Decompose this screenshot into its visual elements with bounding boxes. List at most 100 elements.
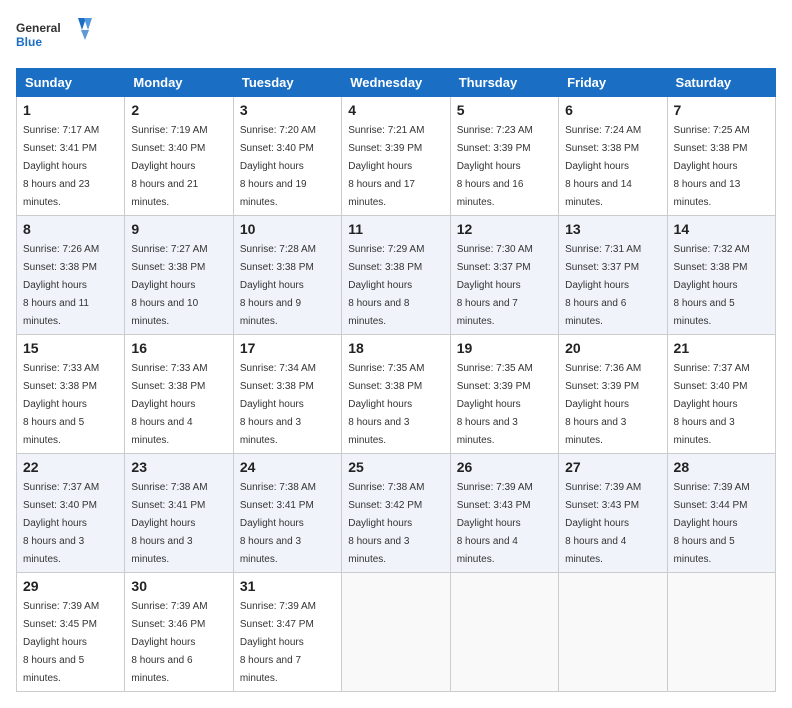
calendar-cell: 29 Sunrise: 7:39 AMSunset: 3:45 PMDaylig… — [17, 573, 125, 692]
day-of-week-header: Sunday — [17, 69, 125, 97]
day-number: 26 — [457, 459, 552, 475]
day-number: 1 — [23, 102, 118, 118]
svg-text:Blue: Blue — [16, 35, 42, 49]
day-info: Sunrise: 7:23 AMSunset: 3:39 PMDaylight … — [457, 125, 533, 208]
day-number: 11 — [348, 221, 443, 237]
calendar-cell — [667, 573, 775, 692]
day-info: Sunrise: 7:26 AMSunset: 3:38 PMDaylight … — [23, 244, 99, 327]
day-info: Sunrise: 7:38 AMSunset: 3:41 PMDaylight … — [240, 482, 316, 565]
day-number: 28 — [674, 459, 769, 475]
day-info: Sunrise: 7:33 AMSunset: 3:38 PMDaylight … — [131, 363, 207, 446]
calendar-cell: 5 Sunrise: 7:23 AMSunset: 3:39 PMDayligh… — [450, 97, 558, 216]
day-info: Sunrise: 7:30 AMSunset: 3:37 PMDaylight … — [457, 244, 533, 327]
day-number: 2 — [131, 102, 226, 118]
calendar-cell: 23 Sunrise: 7:38 AMSunset: 3:41 PMDaylig… — [125, 454, 233, 573]
calendar-cell: 31 Sunrise: 7:39 AMSunset: 3:47 PMDaylig… — [233, 573, 341, 692]
day-info: Sunrise: 7:31 AMSunset: 3:37 PMDaylight … — [565, 244, 641, 327]
calendar-cell: 20 Sunrise: 7:36 AMSunset: 3:39 PMDaylig… — [559, 335, 667, 454]
day-info: Sunrise: 7:29 AMSunset: 3:38 PMDaylight … — [348, 244, 424, 327]
day-number: 29 — [23, 578, 118, 594]
calendar-cell: 30 Sunrise: 7:39 AMSunset: 3:46 PMDaylig… — [125, 573, 233, 692]
calendar-cell: 9 Sunrise: 7:27 AMSunset: 3:38 PMDayligh… — [125, 216, 233, 335]
day-of-week-header: Tuesday — [233, 69, 341, 97]
day-number: 20 — [565, 340, 660, 356]
calendar-cell: 24 Sunrise: 7:38 AMSunset: 3:41 PMDaylig… — [233, 454, 341, 573]
calendar-cell: 8 Sunrise: 7:26 AMSunset: 3:38 PMDayligh… — [17, 216, 125, 335]
day-info: Sunrise: 7:35 AMSunset: 3:38 PMDaylight … — [348, 363, 424, 446]
calendar-cell: 10 Sunrise: 7:28 AMSunset: 3:38 PMDaylig… — [233, 216, 341, 335]
day-number: 13 — [565, 221, 660, 237]
day-of-week-header: Wednesday — [342, 69, 450, 97]
day-info: Sunrise: 7:39 AMSunset: 3:47 PMDaylight … — [240, 601, 316, 684]
day-number: 3 — [240, 102, 335, 118]
calendar-week-row: 22 Sunrise: 7:37 AMSunset: 3:40 PMDaylig… — [17, 454, 776, 573]
day-number: 5 — [457, 102, 552, 118]
calendar-cell: 17 Sunrise: 7:34 AMSunset: 3:38 PMDaylig… — [233, 335, 341, 454]
day-number: 19 — [457, 340, 552, 356]
calendar-cell: 11 Sunrise: 7:29 AMSunset: 3:38 PMDaylig… — [342, 216, 450, 335]
day-info: Sunrise: 7:38 AMSunset: 3:42 PMDaylight … — [348, 482, 424, 565]
day-number: 15 — [23, 340, 118, 356]
page-header: General Blue — [16, 16, 776, 56]
day-info: Sunrise: 7:34 AMSunset: 3:38 PMDaylight … — [240, 363, 316, 446]
day-info: Sunrise: 7:27 AMSunset: 3:38 PMDaylight … — [131, 244, 207, 327]
day-number: 6 — [565, 102, 660, 118]
day-number: 27 — [565, 459, 660, 475]
calendar-cell: 18 Sunrise: 7:35 AMSunset: 3:38 PMDaylig… — [342, 335, 450, 454]
calendar-cell: 16 Sunrise: 7:33 AMSunset: 3:38 PMDaylig… — [125, 335, 233, 454]
day-info: Sunrise: 7:33 AMSunset: 3:38 PMDaylight … — [23, 363, 99, 446]
day-number: 31 — [240, 578, 335, 594]
calendar-week-row: 8 Sunrise: 7:26 AMSunset: 3:38 PMDayligh… — [17, 216, 776, 335]
calendar-cell: 22 Sunrise: 7:37 AMSunset: 3:40 PMDaylig… — [17, 454, 125, 573]
day-info: Sunrise: 7:37 AMSunset: 3:40 PMDaylight … — [23, 482, 99, 565]
calendar-week-row: 1 Sunrise: 7:17 AMSunset: 3:41 PMDayligh… — [17, 97, 776, 216]
day-info: Sunrise: 7:32 AMSunset: 3:38 PMDaylight … — [674, 244, 750, 327]
day-info: Sunrise: 7:39 AMSunset: 3:45 PMDaylight … — [23, 601, 99, 684]
day-number: 10 — [240, 221, 335, 237]
calendar-cell: 4 Sunrise: 7:21 AMSunset: 3:39 PMDayligh… — [342, 97, 450, 216]
day-number: 18 — [348, 340, 443, 356]
calendar-cell — [342, 573, 450, 692]
logo-svg: General Blue — [16, 16, 96, 56]
calendar-cell: 21 Sunrise: 7:37 AMSunset: 3:40 PMDaylig… — [667, 335, 775, 454]
calendar-cell: 6 Sunrise: 7:24 AMSunset: 3:38 PMDayligh… — [559, 97, 667, 216]
day-of-week-header: Thursday — [450, 69, 558, 97]
day-number: 22 — [23, 459, 118, 475]
calendar-cell: 3 Sunrise: 7:20 AMSunset: 3:40 PMDayligh… — [233, 97, 341, 216]
calendar-cell: 13 Sunrise: 7:31 AMSunset: 3:37 PMDaylig… — [559, 216, 667, 335]
calendar-cell: 1 Sunrise: 7:17 AMSunset: 3:41 PMDayligh… — [17, 97, 125, 216]
svg-text:General: General — [16, 21, 61, 35]
day-info: Sunrise: 7:37 AMSunset: 3:40 PMDaylight … — [674, 363, 750, 446]
calendar-cell — [559, 573, 667, 692]
day-info: Sunrise: 7:39 AMSunset: 3:46 PMDaylight … — [131, 601, 207, 684]
calendar-cell: 19 Sunrise: 7:35 AMSunset: 3:39 PMDaylig… — [450, 335, 558, 454]
calendar-week-row: 15 Sunrise: 7:33 AMSunset: 3:38 PMDaylig… — [17, 335, 776, 454]
day-info: Sunrise: 7:39 AMSunset: 3:44 PMDaylight … — [674, 482, 750, 565]
day-info: Sunrise: 7:20 AMSunset: 3:40 PMDaylight … — [240, 125, 316, 208]
day-number: 14 — [674, 221, 769, 237]
day-of-week-header: Saturday — [667, 69, 775, 97]
day-number: 8 — [23, 221, 118, 237]
day-info: Sunrise: 7:17 AMSunset: 3:41 PMDaylight … — [23, 125, 99, 208]
calendar-table: SundayMondayTuesdayWednesdayThursdayFrid… — [16, 68, 776, 692]
day-info: Sunrise: 7:25 AMSunset: 3:38 PMDaylight … — [674, 125, 750, 208]
day-number: 4 — [348, 102, 443, 118]
calendar-week-row: 29 Sunrise: 7:39 AMSunset: 3:45 PMDaylig… — [17, 573, 776, 692]
calendar-cell: 15 Sunrise: 7:33 AMSunset: 3:38 PMDaylig… — [17, 335, 125, 454]
day-of-week-header: Friday — [559, 69, 667, 97]
day-number: 30 — [131, 578, 226, 594]
calendar-cell: 26 Sunrise: 7:39 AMSunset: 3:43 PMDaylig… — [450, 454, 558, 573]
calendar-cell: 7 Sunrise: 7:25 AMSunset: 3:38 PMDayligh… — [667, 97, 775, 216]
day-number: 21 — [674, 340, 769, 356]
calendar-cell: 14 Sunrise: 7:32 AMSunset: 3:38 PMDaylig… — [667, 216, 775, 335]
calendar-cell: 2 Sunrise: 7:19 AMSunset: 3:40 PMDayligh… — [125, 97, 233, 216]
day-info: Sunrise: 7:36 AMSunset: 3:39 PMDaylight … — [565, 363, 641, 446]
day-of-week-header: Monday — [125, 69, 233, 97]
day-info: Sunrise: 7:38 AMSunset: 3:41 PMDaylight … — [131, 482, 207, 565]
day-number: 25 — [348, 459, 443, 475]
calendar-cell: 12 Sunrise: 7:30 AMSunset: 3:37 PMDaylig… — [450, 216, 558, 335]
day-info: Sunrise: 7:35 AMSunset: 3:39 PMDaylight … — [457, 363, 533, 446]
day-number: 17 — [240, 340, 335, 356]
day-number: 23 — [131, 459, 226, 475]
day-info: Sunrise: 7:19 AMSunset: 3:40 PMDaylight … — [131, 125, 207, 208]
